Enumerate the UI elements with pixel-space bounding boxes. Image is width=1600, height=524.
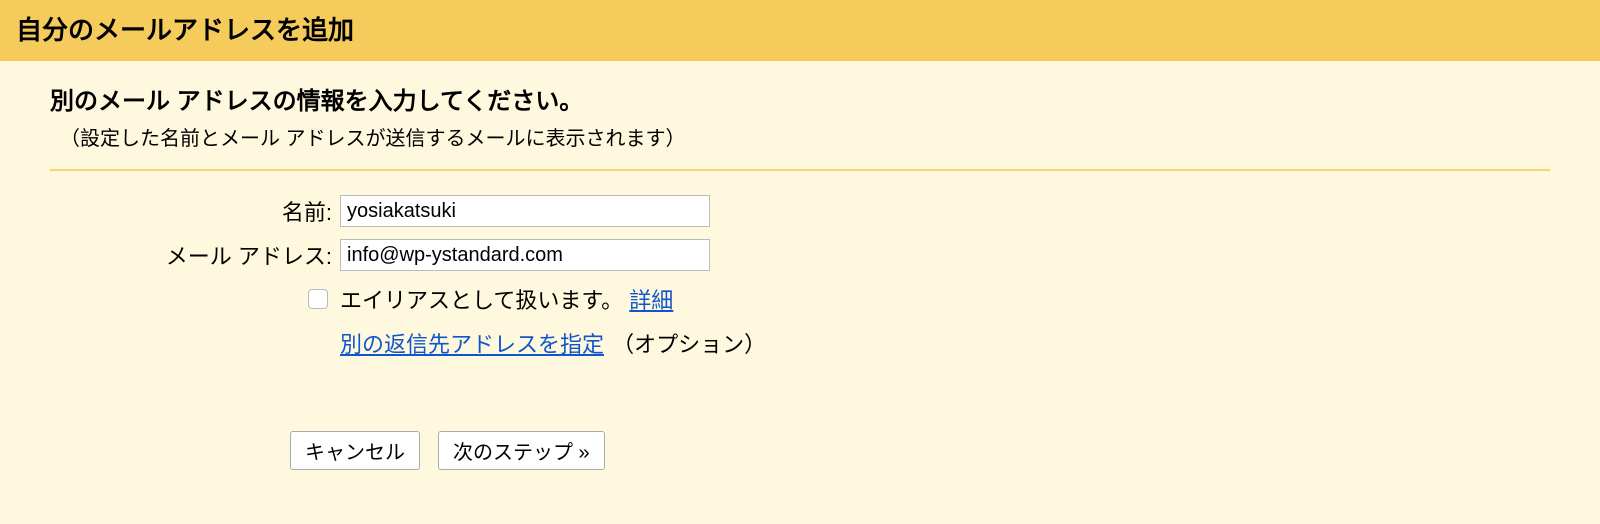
alias-row: エイリアスとして扱います。 詳細 — [50, 283, 1550, 315]
cancel-button[interactable]: キャンセル — [290, 431, 420, 470]
form-area: 名前: メール アドレス: エイリアスとして扱います。 詳細 別の返信先アドレス… — [50, 171, 1550, 470]
alias-checkbox[interactable] — [308, 289, 328, 309]
dialog-header: 自分のメールアドレスを追加 — [0, 0, 1600, 61]
reply-to-row: 別の返信先アドレスを指定 （オプション） — [50, 327, 1550, 359]
email-label: メール アドレス: — [50, 239, 340, 271]
section-note: （設定した名前とメール アドレスが送信するメールに表示されます） — [60, 122, 1550, 151]
dialog-title: 自分のメールアドレスを追加 — [16, 10, 1584, 47]
email-input-cell — [340, 239, 1550, 271]
next-step-button[interactable]: 次のステップ » — [438, 431, 605, 470]
email-row: メール アドレス: — [50, 239, 1550, 271]
name-row: 名前: — [50, 195, 1550, 227]
alias-detail-link[interactable]: 詳細 — [629, 288, 673, 313]
email-input[interactable] — [340, 239, 710, 271]
name-input-cell — [340, 195, 1550, 227]
name-input[interactable] — [340, 195, 710, 227]
reply-to-option: （オプション） — [612, 332, 766, 357]
dialog-content: 別のメール アドレスの情報を入力してください。 （設定した名前とメール アドレス… — [0, 61, 1600, 490]
alias-label: エイリアスとして扱います。 詳細 — [340, 283, 673, 315]
name-label: 名前: — [50, 195, 340, 227]
reply-to-link[interactable]: 別の返信先アドレスを指定 — [340, 332, 604, 357]
section-subtitle: 別のメール アドレスの情報を入力してください。 — [50, 81, 1550, 116]
button-row: キャンセル 次のステップ » — [50, 431, 1550, 470]
alias-label-text: エイリアスとして扱います。 — [340, 288, 623, 313]
